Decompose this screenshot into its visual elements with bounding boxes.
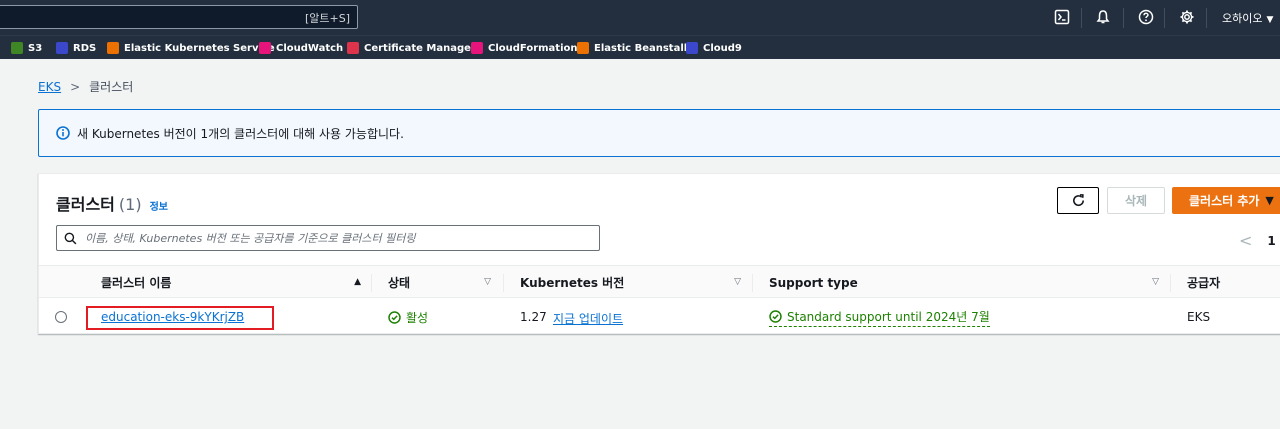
column-header-name[interactable]: 클러스터 이름 ▲ (101, 266, 361, 299)
add-cluster-button[interactable]: 클러스터 추가 ▼ (1172, 187, 1280, 214)
help-icon[interactable] (1138, 9, 1154, 25)
eks-icon (107, 42, 119, 54)
kubernetes-version: 1.27 (520, 310, 547, 324)
column-divider[interactable] (752, 274, 753, 292)
column-header-provider[interactable]: 공급자 (1187, 266, 1280, 299)
nav-separator (1206, 8, 1207, 28)
panel-header: 클러스터 (1) 정보 (56, 191, 168, 215)
sort-icon: ▽ (484, 277, 491, 287)
favorite-cloudformation[interactable]: CloudFormation (471, 41, 578, 55)
favorites-bar: S3 RDS Elastic Kubernetes Service CloudW… (0, 35, 1280, 59)
column-header-label: Kubernetes 버전 (520, 276, 625, 290)
support-type[interactable]: Standard support until 2024년 7월 (769, 308, 990, 327)
status-badge: 활성 (388, 309, 428, 326)
top-navigation: [알트+S] 오하이오 ▼ (0, 0, 1280, 35)
previous-page-icon[interactable]: < (1239, 231, 1252, 250)
info-alert: 새 Kubernetes 버전이 1개의 클러스터에 대해 사용 가능합니다. (38, 109, 1280, 157)
clusters-panel: 클러스터(1) 정보 삭제 클러스터 추가 ▼ < 1 클러스터 이름 ▲ 상태 ▽… (38, 173, 1280, 334)
favorite-s3[interactable]: S3 (11, 41, 42, 55)
nav-separator (1164, 8, 1165, 28)
cluster-name-link[interactable]: education-eks-9kYKrjZB (101, 310, 244, 324)
elastic-beanstalk-icon (577, 42, 589, 54)
cloudshell-icon[interactable] (1054, 9, 1070, 25)
cluster-count: (1) (118, 195, 142, 214)
s3-icon (11, 42, 23, 54)
favorite-label: Cloud9 (703, 42, 742, 54)
cluster-filter-input[interactable] (85, 229, 585, 247)
caret-down-icon: ▼ (1266, 15, 1274, 25)
provider: EKS (1187, 310, 1211, 324)
info-icon (56, 126, 70, 140)
favorite-label: S3 (28, 42, 43, 54)
favorite-elastic-beanstalk[interactable]: Elastic Beanstalk (577, 41, 690, 55)
caret-down-icon: ▼ (1265, 194, 1274, 207)
add-cluster-label: 클러스터 추가 (1189, 194, 1260, 208)
column-header-status[interactable]: 상태 ▽ (388, 266, 491, 299)
sort-icon: ▽ (734, 277, 741, 287)
favorite-label: RDS (73, 42, 97, 54)
page-title: 클러스터 (56, 195, 115, 214)
cloudwatch-icon (259, 42, 271, 54)
gear-icon[interactable] (1179, 9, 1195, 25)
region-label: 오하이오 (1222, 12, 1263, 25)
region-selector[interactable]: 오하이오 ▼ (1222, 10, 1273, 26)
rds-icon (56, 42, 68, 54)
breadcrumb-current: 클러스터 (89, 80, 134, 94)
column-header-support-type[interactable]: Support type ▽ (769, 266, 1159, 299)
current-page-number[interactable]: 1 (1267, 234, 1275, 248)
cloudformation-icon (471, 42, 483, 54)
global-search-input[interactable]: [알트+S] (0, 5, 358, 29)
search-shortcut-hint: [알트+S] (304, 12, 350, 25)
delete-button[interactable]: 삭제 (1107, 187, 1165, 214)
refresh-icon (1072, 194, 1084, 207)
column-divider[interactable] (1170, 274, 1171, 292)
column-header-label: 상태 (388, 276, 411, 290)
certificate-manager-icon (347, 42, 359, 54)
favorite-rds[interactable]: RDS (56, 41, 96, 55)
nav-separator (1081, 8, 1082, 28)
check-circle-icon (388, 311, 401, 324)
sort-icon: ▽ (1152, 277, 1159, 287)
cloud9-icon (686, 42, 698, 54)
chevron-right-icon: > (70, 79, 81, 94)
delete-label: 삭제 (1124, 194, 1148, 208)
update-now-link[interactable]: 지금 업데이트 (553, 310, 623, 327)
row-select-radio[interactable] (55, 311, 67, 323)
refresh-button[interactable] (1057, 187, 1099, 214)
column-header-label: Support type (769, 275, 858, 290)
column-header-kubernetes-version[interactable]: Kubernetes 버전 ▽ (520, 266, 741, 299)
cluster-filter (56, 225, 600, 251)
pagination: < 1 (1239, 231, 1276, 250)
favorite-certificate-manager[interactable]: Certificate Manager (347, 41, 476, 55)
column-header-label: 클러스터 이름 (101, 276, 172, 290)
alert-text: 새 Kubernetes 버전이 1개의 클러스터에 대해 사용 가능합니다. (77, 127, 404, 141)
sort-ascending-icon: ▲ (354, 277, 361, 287)
favorite-label: Elastic Beanstalk (594, 42, 691, 54)
status-text: 활성 (406, 311, 429, 325)
search-icon (64, 232, 77, 245)
breadcrumb: EKS > 클러스터 (38, 78, 133, 95)
favorite-label: CloudFormation (488, 42, 578, 54)
info-link[interactable]: 정보 (150, 202, 168, 213)
favorite-label: CloudWatch (276, 42, 344, 54)
column-divider[interactable] (371, 274, 372, 292)
favorite-cloudwatch[interactable]: CloudWatch (259, 41, 343, 55)
check-circle-icon (769, 310, 782, 323)
breadcrumb-eks-link[interactable]: EKS (38, 80, 61, 94)
favorite-label: Elastic Kubernetes Service (124, 42, 275, 54)
column-divider[interactable] (503, 274, 504, 292)
favorite-eks[interactable]: Elastic Kubernetes Service (107, 41, 275, 55)
table-header: 클러스터 이름 ▲ 상태 ▽ Kubernetes 버전 ▽ Support t… (39, 265, 1280, 298)
favorite-cloud9[interactable]: Cloud9 (686, 41, 742, 55)
favorite-label: Certificate Manager (364, 42, 476, 54)
column-header-label: 공급자 (1187, 276, 1221, 290)
bell-icon[interactable] (1095, 9, 1111, 25)
support-type-text: Standard support until 2024년 7월 (787, 310, 990, 324)
nav-separator (1123, 8, 1124, 28)
table-row: education-eks-9kYKrjZB 활성 1.27 지금 업데이트 S… (39, 299, 1280, 334)
